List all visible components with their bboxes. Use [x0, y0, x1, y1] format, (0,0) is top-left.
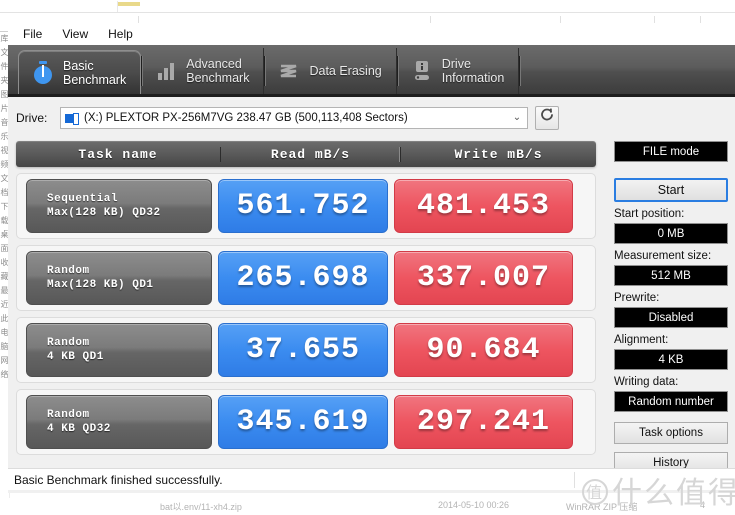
refresh-icon	[539, 107, 555, 128]
drive-info-icon	[410, 58, 434, 84]
background-file-row: bat以.env/11-xh4.zip 2014-05-10 00:26 Win…	[0, 498, 735, 515]
status-message: Basic Benchmark finished successfully.	[8, 473, 574, 487]
tab-strip: Basic Benchmark Advanced Benchmark Data …	[8, 45, 735, 97]
bar-chart-icon	[154, 58, 178, 84]
task-name-cell: Random Max(128 KB) QD1	[26, 251, 212, 305]
table-row: Random 4 KB QD32 345.619 297.241	[16, 389, 596, 455]
write-value-cell[interactable]: 90.684	[394, 323, 573, 377]
results-table-header: Task name Read mB/s Write mB/s	[16, 141, 596, 167]
tab-divider-4	[519, 56, 520, 86]
task-line-2: 4 KB QD1	[47, 350, 211, 364]
status-divider	[574, 472, 575, 488]
drive-select[interactable]: (X:) PLEXTOR PX-256M7VG 238.47 GB (500,1…	[60, 107, 528, 129]
tab-data-erasing[interactable]: Data Erasing	[265, 48, 396, 94]
task-options-button[interactable]: Task options	[614, 422, 728, 444]
tab-advanced-benchmark-label: Advanced Benchmark	[186, 57, 249, 85]
file-mode-button[interactable]: FILE mode	[614, 141, 728, 162]
settings-panel: FILE mode Start Start position: 0 MB Mea…	[614, 141, 728, 474]
tab-drive-information[interactable]: Drive Information	[398, 48, 520, 94]
background-top-strip	[0, 0, 735, 13]
measurement-size-value[interactable]: 512 MB	[614, 265, 728, 286]
crystaldiskmark-window: File View Help Basic Benchmark	[8, 23, 735, 493]
chevron-down-icon[interactable]: ⌄	[509, 108, 525, 128]
alignment-label: Alignment:	[614, 333, 728, 347]
start-position-label: Start position:	[614, 207, 728, 221]
writing-data-label: Writing data:	[614, 375, 728, 389]
alignment-value[interactable]: 4 KB	[614, 349, 728, 370]
bg-file-type: WinRAR ZIP 压缩	[566, 500, 637, 513]
status-bar: Basic Benchmark finished successfully.	[8, 468, 735, 490]
task-line-1: Sequential	[47, 192, 211, 206]
menu-item-view[interactable]: View	[53, 24, 97, 44]
menu-item-file[interactable]: File	[14, 24, 51, 44]
measurement-size-label: Measurement size:	[614, 249, 728, 263]
drive-label: Drive:	[16, 111, 60, 125]
write-value-cell[interactable]: 297.241	[394, 395, 573, 449]
eraser-wave-icon	[277, 58, 301, 84]
task-line-1: Random	[47, 408, 211, 422]
writing-data-value[interactable]: Random number	[614, 391, 728, 412]
tab-data-erasing-label: Data Erasing	[309, 64, 381, 78]
bg-file-date: 2014-05-10 00:26	[438, 500, 509, 510]
task-line-2: Max(128 KB) QD32	[47, 206, 211, 220]
read-value-cell[interactable]: 561.752	[218, 179, 388, 233]
task-line-2: Max(128 KB) QD1	[47, 278, 211, 292]
write-value-cell[interactable]: 337.007	[394, 251, 573, 305]
tab-basic-benchmark-label: Basic Benchmark	[63, 59, 126, 87]
tab-drive-information-label: Drive Information	[442, 57, 505, 85]
task-line-1: Random	[47, 264, 211, 278]
task-name-cell: Sequential Max(128 KB) QD32	[26, 179, 212, 233]
table-row: Sequential Max(128 KB) QD32 561.752 481.…	[16, 173, 596, 239]
start-button[interactable]: Start	[614, 178, 728, 202]
tab-advanced-benchmark[interactable]: Advanced Benchmark	[142, 48, 264, 94]
drive-row: Drive: (X:) PLEXTOR PX-256M7VG 238.47 GB…	[8, 97, 735, 131]
write-value-cell[interactable]: 481.453	[394, 179, 573, 233]
task-line-1: Random	[47, 336, 211, 350]
drive-select-value: (X:) PLEXTOR PX-256M7VG 238.47 GB (500,1…	[84, 112, 509, 124]
menu-bar: File View Help	[8, 23, 735, 45]
menu-item-help[interactable]: Help	[99, 24, 142, 44]
read-value-cell[interactable]: 265.698	[218, 251, 388, 305]
column-header-read: Read mB/s	[220, 147, 400, 162]
task-name-cell: Random 4 KB QD32	[26, 395, 212, 449]
task-name-cell: Random 4 KB QD1	[26, 323, 212, 377]
prewrite-label: Prewrite:	[614, 291, 728, 305]
bg-file-size: 4	[700, 500, 705, 510]
task-line-2: 4 KB QD32	[47, 422, 211, 436]
results-table: Task name Read mB/s Write mB/s Sequentia…	[16, 141, 596, 455]
stopwatch-icon	[31, 60, 55, 86]
read-value-cell[interactable]: 37.655	[218, 323, 388, 377]
column-header-task-name: Task name	[16, 147, 220, 162]
read-value-cell[interactable]: 345.619	[218, 395, 388, 449]
benchmark-body: Drive: (X:) PLEXTOR PX-256M7VG 238.47 GB…	[8, 97, 735, 490]
prewrite-value[interactable]: Disabled	[614, 307, 728, 328]
drive-volume-icon	[65, 112, 79, 124]
tab-basic-benchmark[interactable]: Basic Benchmark	[18, 50, 141, 94]
bg-file-name: bat以.env/11-xh4.zip	[160, 500, 242, 513]
table-row: Random Max(128 KB) QD1 265.698 337.007	[16, 245, 596, 311]
column-header-write: Write mB/s	[400, 147, 596, 162]
table-row: Random 4 KB QD1 37.655 90.684	[16, 317, 596, 383]
refresh-button[interactable]	[535, 106, 559, 130]
start-position-value[interactable]: 0 MB	[614, 223, 728, 244]
